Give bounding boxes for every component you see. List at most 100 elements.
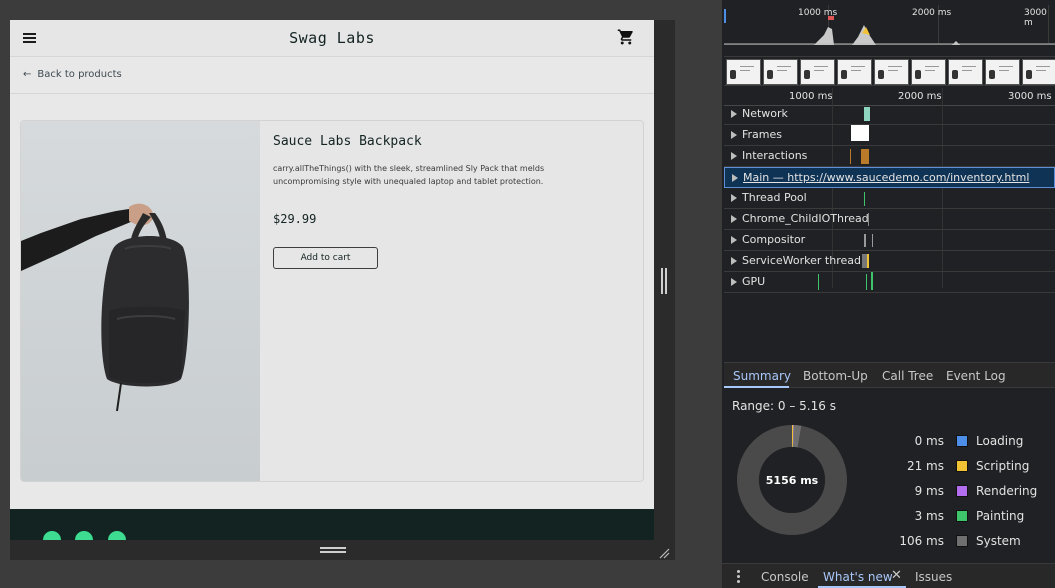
track-serviceworker[interactable]: ServiceWorker thread [724, 251, 1055, 272]
app-logo: Swag Labs [289, 29, 375, 47]
track-label: Compositor [742, 233, 806, 246]
track-label: Network [742, 107, 788, 120]
track-label: Chrome_ChildIOThread [742, 212, 869, 225]
legend-value: 3 ms [914, 509, 944, 523]
linkedin-icon[interactable] [108, 531, 126, 540]
legend-label: Painting [976, 509, 1025, 523]
product-details: Sauce Labs Backpack carry.allTheThings()… [273, 134, 563, 269]
interaction-mark [861, 149, 869, 164]
drawer-tab-issues[interactable]: Issues [915, 570, 952, 584]
page-footer [10, 509, 654, 540]
track-label: ServiceWorker thread [742, 254, 861, 267]
expand-triangle-icon [731, 152, 737, 160]
devtools-performance-panel: 1000 ms 2000 ms 3000 m 1000 ms 2000 ms 3… [722, 0, 1055, 588]
expand-triangle-icon [731, 110, 737, 118]
track-frames[interactable]: Frames [724, 125, 1055, 146]
back-to-products-label: Back to products [37, 69, 122, 80]
tab-call-tree[interactable]: Call Tree [882, 369, 933, 383]
tab-bottom-up[interactable]: Bottom-Up [803, 369, 868, 383]
legend-label: System [976, 534, 1021, 548]
filmstrip-frame [985, 59, 1020, 85]
legend-row-rendering: 9 ms Rendering [882, 484, 1052, 500]
filmstrip-frame [726, 59, 761, 85]
legend-value: 9 ms [914, 484, 944, 498]
track-network[interactable]: Network [724, 104, 1055, 125]
arrow-left-icon: ← [23, 69, 32, 80]
resize-handle-right[interactable] [661, 268, 667, 294]
expand-triangle-icon [731, 257, 737, 265]
compositor-mark [872, 234, 873, 247]
back-to-products-link[interactable]: ← Back to products [23, 69, 122, 80]
product-image-backpack [21, 121, 260, 481]
track-label: Frames [742, 128, 783, 141]
track-compositor[interactable]: Compositor [724, 230, 1055, 251]
track-gpu[interactable]: GPU [724, 272, 1055, 293]
expand-triangle-icon [731, 131, 737, 139]
device-viewport-area: Swag Labs ← Back to products Sauce Labs … [0, 0, 722, 588]
timeline-overview[interactable]: 1000 ms 2000 ms 3000 m [724, 5, 1055, 45]
track-main[interactable]: Main — https://www.saucedemo.com/invento… [724, 167, 1055, 188]
donut-total-label: 5156 ms [765, 474, 819, 487]
legend-label: Loading [976, 434, 1024, 448]
track-label: Interactions [742, 149, 808, 162]
timeline-tracks: Network Frames Interactions Main — https… [724, 104, 1055, 293]
product-detail-card: Sauce Labs Backpack carry.allTheThings()… [20, 120, 644, 482]
legend-swatch [956, 460, 968, 472]
product-price: $29.99 [273, 212, 317, 226]
track-label: GPU [742, 275, 766, 288]
expand-triangle-icon [731, 215, 737, 223]
more-options-icon[interactable] [736, 569, 740, 583]
compositor-mark [864, 234, 866, 247]
filmstrip-frame [1022, 59, 1055, 85]
frame-mark [851, 125, 869, 141]
legend-value: 0 ms [914, 434, 944, 448]
close-icon[interactable]: ✕ [891, 568, 902, 583]
range-label: Range: 0 – 5.16 s [732, 399, 836, 413]
drawer-tab-whats-new[interactable]: What's new [823, 570, 893, 584]
legend-label: Scripting [976, 459, 1030, 473]
legend-label: Rendering [976, 484, 1038, 498]
track-thread-pool[interactable]: Thread Pool [724, 188, 1055, 209]
swag-header: Swag Labs [10, 20, 654, 57]
facebook-icon[interactable] [75, 531, 93, 540]
legend-value: 21 ms [906, 459, 944, 473]
shopping-cart-icon[interactable] [617, 28, 635, 46]
legend-row-painting: 3 ms Painting [882, 509, 1052, 525]
expand-triangle-icon [732, 174, 738, 182]
legend-swatch [956, 510, 968, 522]
secondary-header: ← Back to products [10, 57, 654, 94]
legend-row-loading: 0 ms Loading [882, 434, 1052, 450]
track-label: Main — https://www.saucedemo.com/invento… [743, 171, 1030, 184]
track-chrome-childio[interactable]: Chrome_ChildIOThread [724, 209, 1055, 230]
tab-event-log[interactable]: Event Log [946, 369, 1006, 383]
interaction-mark [850, 149, 851, 164]
ruler-tick: 3000 ms [1008, 91, 1052, 102]
ruler-tick: 1000 ms [789, 91, 833, 102]
resize-handle-bottom[interactable] [320, 547, 346, 553]
add-to-cart-button[interactable]: Add to cart [273, 247, 378, 269]
network-event-mark [864, 107, 870, 121]
gpu-mark [866, 274, 867, 290]
track-label: Thread Pool [742, 191, 807, 204]
expand-triangle-icon [731, 194, 737, 202]
expand-triangle-icon [731, 278, 737, 286]
active-tab-indicator [724, 386, 789, 388]
gpu-mark [818, 274, 819, 290]
filmstrip-frame [800, 59, 835, 85]
filmstrip-frame [763, 59, 798, 85]
legend-swatch [956, 535, 968, 547]
twitter-icon[interactable] [43, 531, 61, 540]
track-interactions[interactable]: Interactions [724, 146, 1055, 167]
filmstrip-frame [837, 59, 872, 85]
filmstrip-frame [874, 59, 909, 85]
screenshot-filmstrip[interactable] [724, 56, 1055, 86]
filmstrip-frame [911, 59, 946, 85]
legend-value: 106 ms [899, 534, 944, 548]
drawer-tab-console[interactable]: Console [761, 570, 809, 584]
gpu-mark [871, 272, 873, 290]
product-name: Sauce Labs Backpack [273, 134, 422, 149]
resize-corner-icon[interactable] [658, 544, 670, 559]
legend-swatch [956, 435, 968, 447]
legend-row-scripting: 21 ms Scripting [882, 459, 1052, 475]
tab-summary[interactable]: Summary [733, 369, 791, 383]
